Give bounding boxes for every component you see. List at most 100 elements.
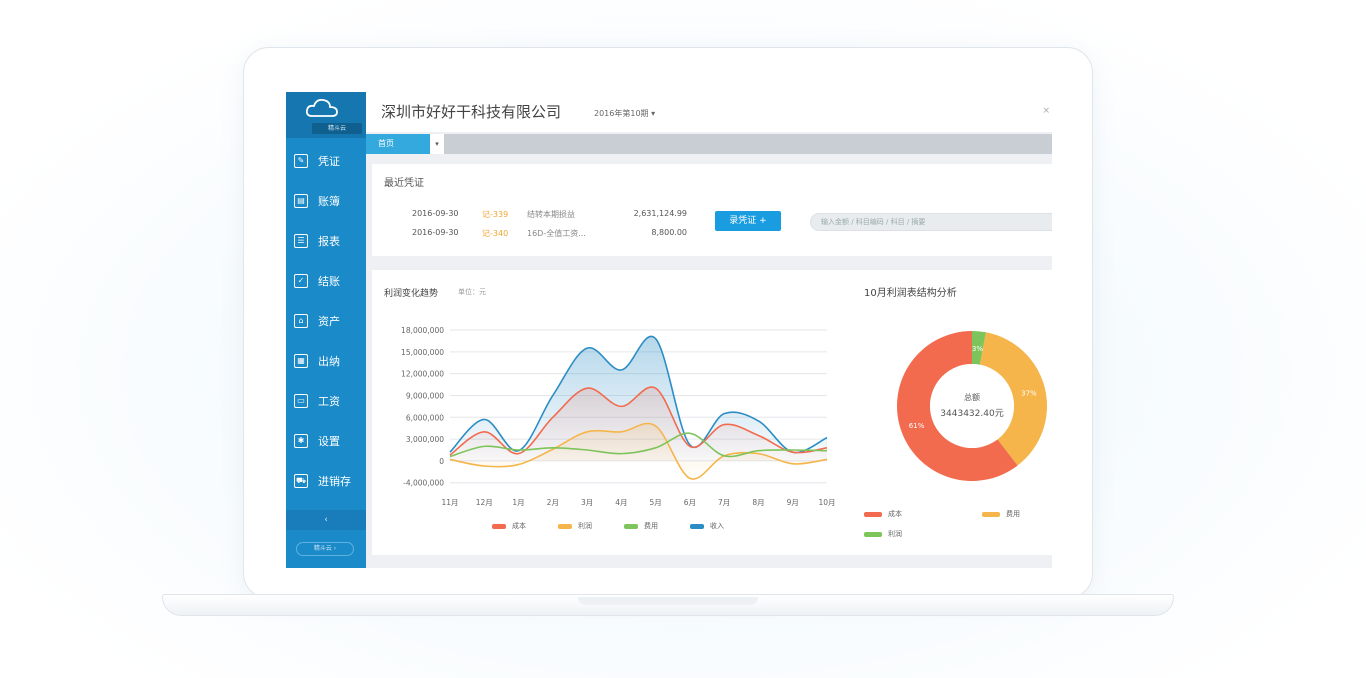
x-tick-label: 3月: [581, 498, 593, 507]
sidebar-collapse-button[interactable]: ‹: [286, 510, 366, 530]
x-tick-label: 9月: [787, 498, 799, 507]
donut-center-value: 3443432.40元: [940, 409, 1003, 419]
legend-label: 利润: [578, 522, 592, 530]
checkout-icon: ✓: [294, 274, 308, 288]
voucher-number[interactable]: 记-340: [482, 228, 508, 239]
legend-label: 成本: [512, 522, 526, 530]
cart-icon: ⛟: [294, 474, 308, 488]
sidebar-item-label: 资产: [318, 315, 340, 328]
sidebar-item-label: 设置: [318, 435, 340, 448]
logo[interactable]: 精斗云: [286, 92, 366, 138]
tab-home[interactable]: 首页: [366, 134, 430, 154]
voucher-date: 2016-09-30: [412, 209, 459, 218]
legend-label: 成本: [888, 510, 902, 518]
x-tick-label: 4月: [615, 498, 627, 507]
new-voucher-button[interactable]: 录凭证 +: [715, 211, 781, 231]
donut-hole: [930, 364, 1014, 448]
legend-item[interactable]: 费用: [624, 520, 658, 532]
salary-icon: ▭: [294, 394, 308, 408]
legend-swatch: [982, 511, 1000, 517]
y-tick-label: 15,000,000: [401, 348, 444, 357]
tab-dropdown-icon[interactable]: ▾: [430, 134, 444, 154]
legend-swatch: [864, 511, 882, 517]
legend-item[interactable]: 利润: [558, 520, 592, 532]
asset-icon: ⌂: [294, 314, 308, 328]
x-tick-label: 10月: [818, 498, 835, 507]
voucher-amount: 8,800.00: [651, 228, 687, 237]
x-tick-label: 7月: [718, 498, 730, 507]
logo-tag: 精斗云: [312, 123, 362, 134]
sidebar-item-5[interactable]: ▦ 出纳: [286, 346, 366, 376]
ledger-icon: ▤: [294, 194, 308, 208]
y-tick-label: 18,000,000: [401, 326, 444, 335]
app-screen: 精斗云 ✎ 凭证 ▤ 账簿 ☰ 报表 ✓ 结账 ⌂ 资产 ▦ 出纳 ▭ 工资 ✱ 设置 ⛟ 进销存 ‹ 精斗云 ›…: [286, 92, 1052, 568]
cashier-icon: ▦: [294, 354, 308, 368]
laptop-notch: [578, 597, 758, 605]
sidebar-item-3[interactable]: ✓ 结账: [286, 266, 366, 296]
legend-swatch: [492, 523, 506, 529]
legend-label: 收入: [710, 522, 724, 530]
legend-label: 利润: [888, 530, 902, 538]
app-header: 深圳市好好干科技有限公司 2016年第10期 ▾ ×: [366, 92, 1052, 132]
y-tick-label: -4,000,000: [403, 479, 444, 488]
recent-vouchers-card: 最近凭证 2016-09-30 记-339 结转本期损益 2,631,124.9…: [372, 164, 1052, 256]
voucher-number[interactable]: 记-339: [482, 209, 508, 220]
gear-icon: ✱: [294, 434, 308, 448]
voucher-icon: ✎: [294, 154, 308, 168]
donut-chart-title: 10月利润表结构分析: [864, 288, 957, 299]
sidebar-item-label: 出纳: [318, 355, 340, 368]
legend-label: 费用: [644, 522, 658, 530]
x-tick-label: 8月: [752, 498, 764, 507]
cloud-logo-icon: [305, 98, 338, 117]
voucher-row[interactable]: 2016-09-30 记-340 16D-全值工资... 8,800.00: [372, 228, 772, 242]
sidebar-item-8[interactable]: ⛟ 进销存: [286, 466, 366, 496]
x-tick-label: 5月: [649, 498, 661, 507]
x-tick-label: 12月: [476, 498, 493, 507]
sidebar-item-1[interactable]: ▤ 账簿: [286, 186, 366, 216]
voucher-date: 2016-09-30: [412, 228, 459, 237]
profit-chart-card: -4,000,000 0 3,000,000 6,000,000 9,000,000 12…: [372, 270, 1052, 555]
sidebar-item-6[interactable]: ▭ 工资: [286, 386, 366, 416]
y-tick-label: 0: [439, 457, 444, 466]
charts-canvas: -4,000,000 0 3,000,000 6,000,000 9,000,000 12…: [401, 326, 1047, 507]
legend-item[interactable]: 收入: [690, 520, 724, 532]
y-tick-label: 3,000,000: [406, 435, 444, 444]
sidebar-item-label: 进销存: [318, 475, 351, 488]
donut-slice-label: 3%: [972, 345, 983, 353]
legend-label: 费用: [1006, 510, 1020, 518]
voucher-row[interactable]: 2016-09-30 记-339 结转本期损益 2,631,124.99: [372, 209, 772, 223]
donut-legend-item[interactable]: 费用: [982, 508, 1020, 520]
legend-item[interactable]: 成本: [492, 520, 526, 532]
voucher-summary: 结转本期损益: [527, 210, 575, 219]
donut-center-label: 总额: [964, 392, 980, 402]
y-tick-label: 6,000,000: [406, 413, 444, 422]
voucher-summary: 16D-全值工资...: [527, 229, 586, 238]
donut-slice-label: 61%: [909, 422, 925, 430]
voucher-search-input[interactable]: 输入金额 / 科目编码 / 科目 / 摘要: [810, 213, 1052, 231]
sidebar: 精斗云 ✎ 凭证 ▤ 账簿 ☰ 报表 ✓ 结账 ⌂ 资产 ▦ 出纳 ▭ 工资 ✱ 设置 ⛟ 进销存 ‹ 精斗云 ›: [286, 92, 366, 568]
period-selector[interactable]: 2016年第10期 ▾: [594, 108, 655, 119]
x-tick-label: 2月: [547, 498, 559, 507]
donut-legend-item[interactable]: 利润: [864, 528, 902, 540]
sidebar-item-label: 结账: [318, 275, 340, 288]
tab-bar: 首页 ▾: [366, 134, 1052, 154]
voucher-amount: 2,631,124.99: [633, 209, 687, 218]
legend-swatch: [558, 523, 572, 529]
y-tick-label: 9,000,000: [406, 391, 444, 400]
sidebar-item-7[interactable]: ✱ 设置: [286, 426, 366, 456]
donut-legend-item[interactable]: 成本: [864, 508, 902, 520]
donut-slice-label: 37%: [1021, 389, 1037, 397]
sidebar-item-label: 工资: [318, 395, 340, 408]
close-icon[interactable]: ×: [1042, 106, 1050, 116]
sidebar-item-4[interactable]: ⌂ 资产: [286, 306, 366, 336]
legend-swatch: [690, 523, 704, 529]
report-icon: ☰: [294, 234, 308, 248]
sidebar-item-2[interactable]: ☰ 报表: [286, 226, 366, 256]
trend-chart-title: 利润变化趋势: [384, 289, 439, 299]
x-tick-label: 1月: [512, 498, 524, 507]
x-tick-label: 11月: [441, 498, 458, 507]
company-name: 深圳市好好干科技有限公司: [381, 103, 562, 121]
sidebar-bottom-link[interactable]: 精斗云 ›: [296, 542, 354, 556]
sidebar-item-0[interactable]: ✎ 凭证: [286, 146, 366, 176]
y-tick-label: 12,000,000: [401, 370, 444, 379]
